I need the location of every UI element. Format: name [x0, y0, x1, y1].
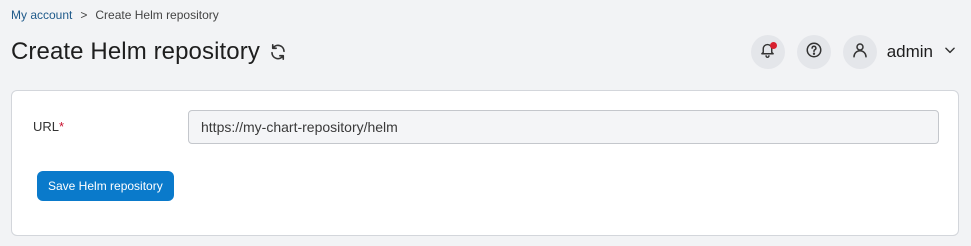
- help-button[interactable]: [796, 35, 831, 69]
- form-card: URL* Save Helm repository: [11, 90, 959, 236]
- notification-dot: [769, 42, 777, 49]
- avatar[interactable]: [842, 35, 877, 69]
- username[interactable]: admin: [887, 42, 933, 62]
- save-helm-repository-button[interactable]: Save Helm repository: [37, 171, 174, 201]
- page: My account > Create Helm repository Crea…: [0, 0, 971, 246]
- breadcrumb: My account > Create Helm repository: [11, 8, 219, 22]
- title-row: Create Helm repository: [11, 38, 288, 66]
- notifications-button[interactable]: [750, 35, 785, 69]
- topbar-right: admin: [750, 35, 957, 69]
- breadcrumb-separator: >: [80, 8, 88, 22]
- help-circle-icon: [805, 41, 823, 64]
- user-icon: [851, 41, 869, 64]
- breadcrumb-current: Create Helm repository: [95, 8, 219, 22]
- required-marker: *: [59, 119, 65, 134]
- user-menu[interactable]: admin: [842, 35, 957, 69]
- page-title: Create Helm repository: [11, 38, 260, 65]
- url-label: URL*: [33, 119, 64, 134]
- chevron-down-icon[interactable]: [943, 43, 957, 62]
- breadcrumb-my-account-link[interactable]: My account: [11, 8, 72, 22]
- refresh-icon[interactable]: [268, 42, 288, 62]
- url-input[interactable]: [188, 110, 939, 144]
- url-label-text: URL: [33, 119, 60, 134]
